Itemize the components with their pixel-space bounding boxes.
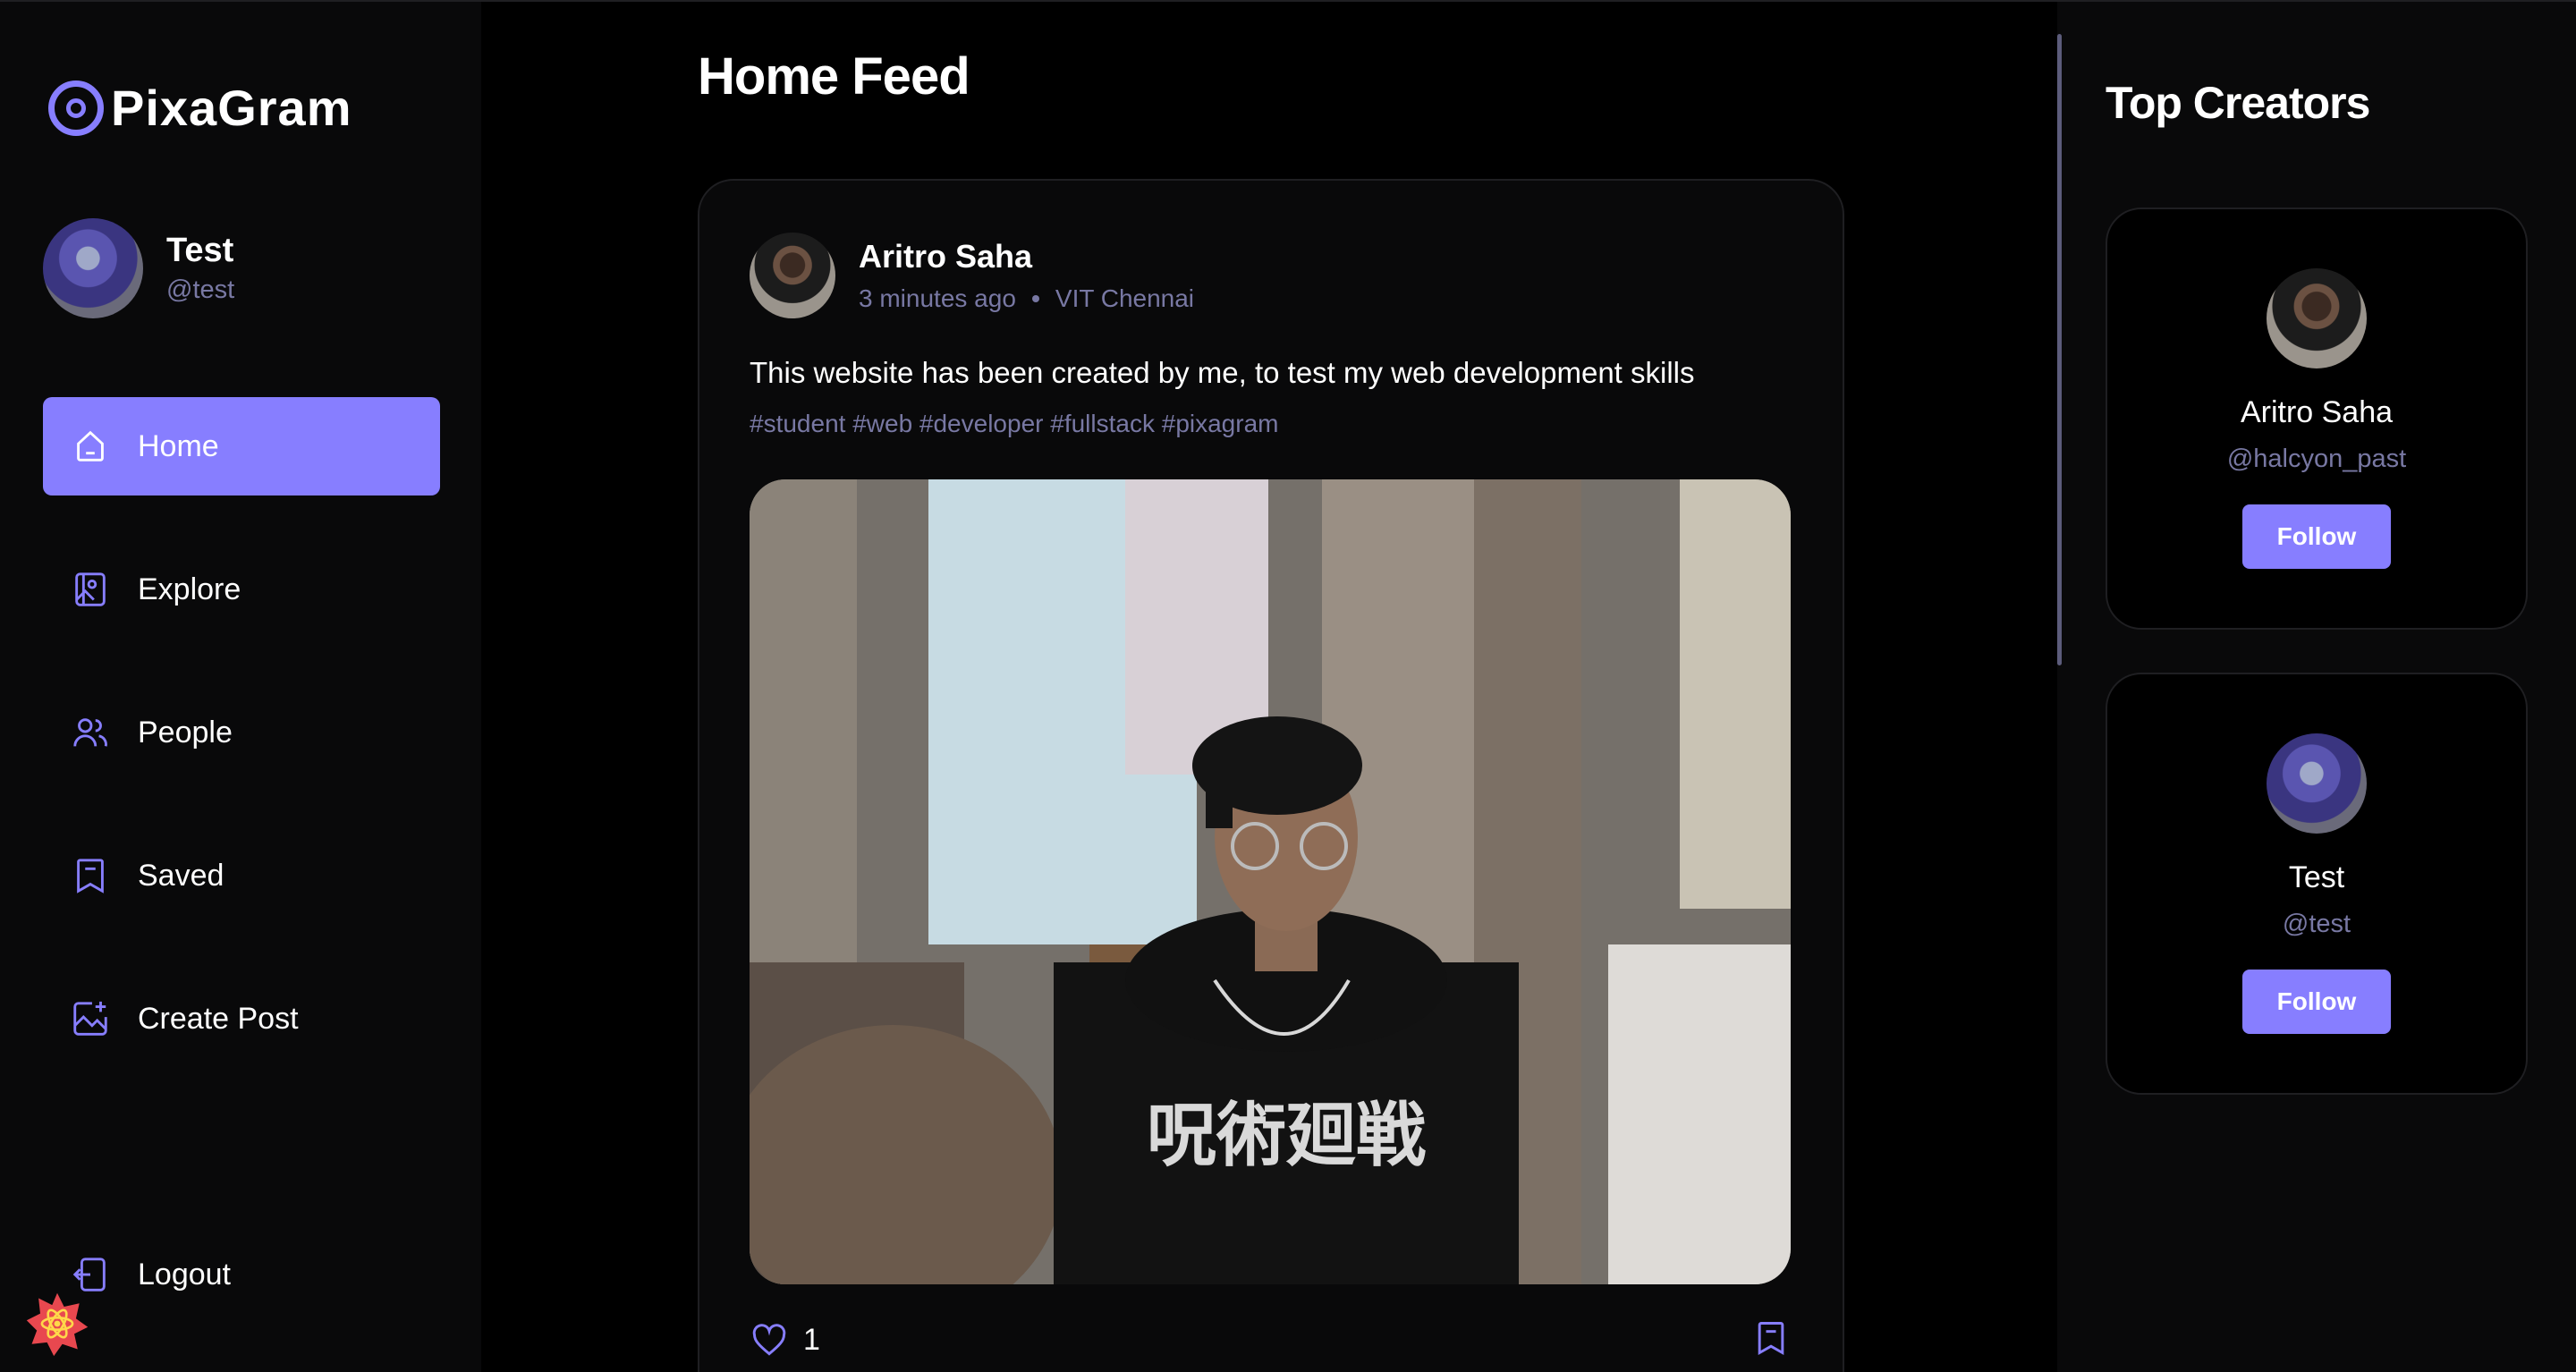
nav-item-people[interactable]: People (43, 683, 440, 782)
scrollbar[interactable] (2057, 34, 2062, 665)
profile-handle: @test (166, 275, 235, 304)
heart-icon (752, 1323, 786, 1356)
creator-handle: @test (2282, 910, 2351, 938)
save-post-button[interactable] (1751, 1318, 1791, 1362)
creator-handle: @halcyon_past (2226, 445, 2407, 473)
creator-name[interactable]: Test (2107, 860, 2526, 895)
like-button[interactable]: 1 (750, 1321, 820, 1360)
bookmark-icon (77, 859, 104, 893)
nav-item-label: Saved (138, 858, 225, 893)
avatar[interactable] (2267, 268, 2367, 368)
react-devtools-icon[interactable] (23, 1290, 91, 1358)
logo[interactable]: PixaGram (48, 79, 352, 137)
left-sidebar: PixaGram Test @test Home Explore People … (0, 0, 481, 1372)
logo-text: PixaGram (111, 80, 352, 136)
nav-item-label: Explore (138, 572, 242, 606)
logo-icon (48, 80, 104, 136)
nav-item-explore[interactable]: Explore (43, 540, 440, 639)
nav-item-label: People (138, 715, 233, 750)
post-photo: 呪術廻戦 (750, 479, 1791, 1284)
bookmark-icon (1758, 1322, 1784, 1356)
profile-name: Test (166, 232, 234, 269)
add-image-icon (73, 1001, 107, 1036)
logout-button[interactable]: Logout (70, 1254, 231, 1295)
post-meta: 3 minutes ago VIT Chennai (859, 284, 1194, 313)
post-header[interactable]: Aritro Saha 3 minutes ago VIT Chennai (750, 233, 1194, 318)
nav-item-home[interactable]: Home (43, 397, 440, 495)
avatar (43, 218, 143, 318)
page-title: Home Feed (698, 47, 970, 106)
section-title: Top Creators (2106, 78, 2370, 128)
post-caption: This website has been created by me, to … (750, 356, 1695, 389)
post-card: Aritro Saha 3 minutes ago VIT Chennai Th… (698, 179, 1844, 1372)
post-tags: #student #web #developer #fullstack #pix… (750, 410, 1279, 437)
nav-item-saved[interactable]: Saved (43, 826, 440, 925)
post-author[interactable]: Aritro Saha (859, 238, 1194, 275)
user-profile-link[interactable]: Test @test (43, 218, 234, 318)
home-icon (77, 430, 104, 462)
post-time: 3 minutes ago (859, 284, 1016, 312)
follow-button[interactable]: Follow (2242, 970, 2391, 1034)
post-image[interactable]: 呪術廻戦 (750, 479, 1791, 1284)
main-nav: Home Explore People Saved Create Post (43, 397, 440, 1113)
separator-dot (1031, 295, 1039, 302)
people-icon (73, 718, 107, 747)
logout-label: Logout (138, 1257, 231, 1292)
like-count: 1 (803, 1323, 820, 1357)
gallery-icon (75, 572, 106, 606)
creator-name[interactable]: Aritro Saha (2107, 395, 2526, 430)
post-location: VIT Chennai (1055, 284, 1195, 312)
nav-item-label: Home (138, 428, 219, 463)
follow-button[interactable]: Follow (2242, 504, 2391, 569)
avatar[interactable] (2267, 733, 2367, 834)
svg-text:呪術廻戦: 呪術廻戦 (1147, 1096, 1426, 1176)
nav-item-create-post[interactable]: Create Post (43, 970, 440, 1068)
avatar[interactable] (750, 233, 835, 318)
post-actions: 1 (750, 1318, 1791, 1362)
creator-card: Test @test Follow (2106, 673, 2528, 1095)
creator-card: Aritro Saha @halcyon_past Follow (2106, 207, 2528, 630)
home-feed: Home Feed Aritro Saha 3 minutes ago VIT … (481, 0, 2057, 1372)
nav-item-label: Create Post (138, 1001, 299, 1036)
right-sidebar: Top Creators Aritro Saha @halcyon_past F… (2057, 0, 2576, 1372)
